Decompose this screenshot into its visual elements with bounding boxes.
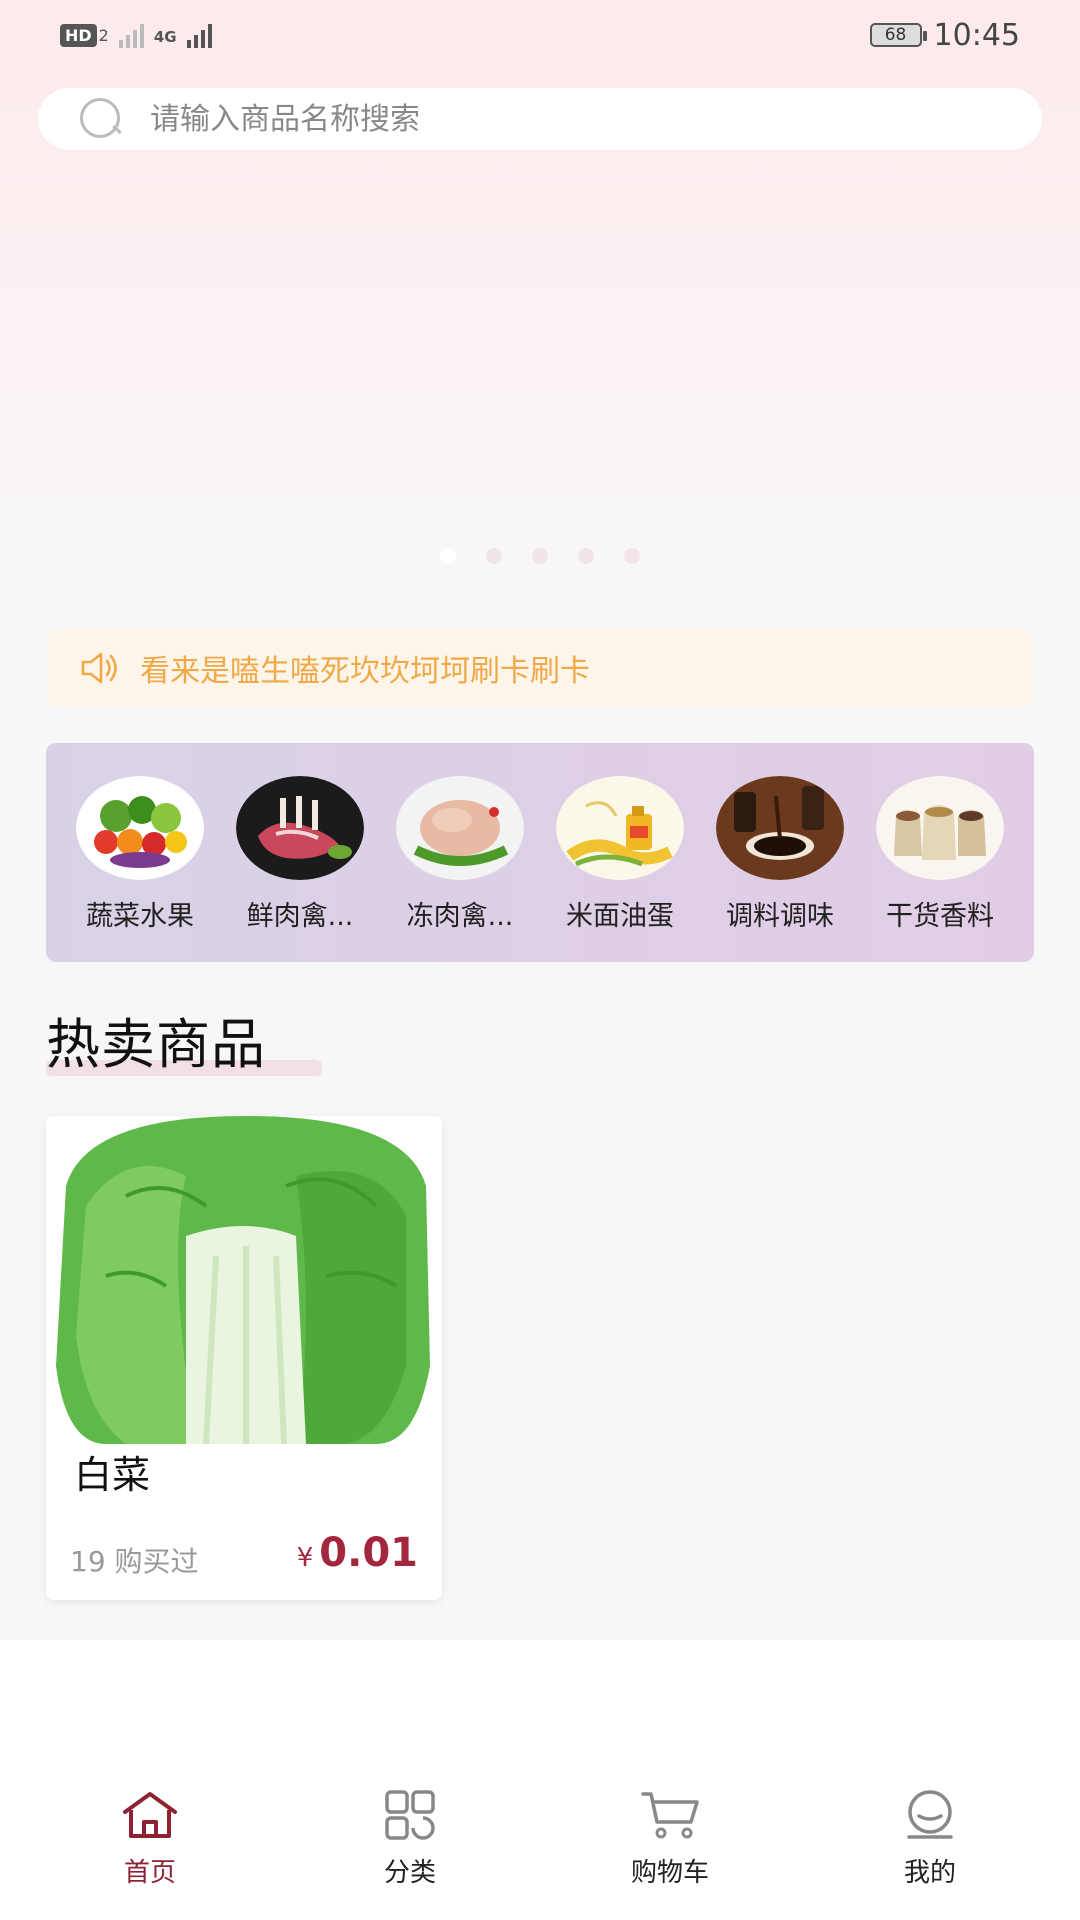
profile-icon xyxy=(899,1790,961,1844)
battery-icon: 68 xyxy=(869,23,927,47)
dry-goods-image xyxy=(876,776,1004,880)
frozen-meat-image xyxy=(396,776,524,880)
tab-label: 分类 xyxy=(383,1858,436,1888)
product-sold-count: 19 购买过 xyxy=(70,1545,199,1578)
product-name: 白菜 xyxy=(74,1453,151,1497)
tab-label: 购物车 xyxy=(630,1858,709,1888)
tab-bar: 首页 分类 购物车 我的 xyxy=(0,1790,1080,1920)
category-frozen-meat[interactable]: 冻肉禽... xyxy=(386,743,534,962)
banner-dots xyxy=(0,548,1080,564)
rice-oil-image xyxy=(556,776,684,880)
category-label: 蔬菜水果 xyxy=(86,901,194,932)
cart-icon xyxy=(639,1790,701,1844)
tab-label: 我的 xyxy=(903,1858,956,1888)
notice-text: 看来是嗑生嗑死坎坎坷坷刷卡刷卡 xyxy=(140,654,590,689)
tab-profile[interactable]: 我的 xyxy=(830,1790,1030,1889)
hd-badge: HD xyxy=(60,23,97,47)
signal-icon-sim2 xyxy=(186,22,212,48)
search-icon xyxy=(78,96,124,142)
banner-dot[interactable] xyxy=(440,548,456,564)
vegetables-fruits-image xyxy=(76,776,204,880)
product-card[interactable]: 白菜 19 购买过 ¥ 0.01 xyxy=(46,1116,442,1600)
category-seasoning[interactable]: 调料调味 xyxy=(706,743,854,962)
notice-bar[interactable]: 看来是嗑生嗑死坎坎坷坷刷卡刷卡 xyxy=(48,630,1032,706)
category-strip: 蔬菜水果 鲜肉禽... 冻肉禽... 米面油蛋 调料调味 干货香料 xyxy=(46,743,1034,962)
category-fresh-meat[interactable]: 鲜肉禽... xyxy=(226,743,374,962)
hd-sub: 2 xyxy=(98,25,109,45)
category-label: 干货香料 xyxy=(886,901,994,932)
status-bar: HD 2 4G 68 10:45 xyxy=(0,0,1080,70)
tab-label: 首页 xyxy=(123,1858,176,1888)
seasoning-image xyxy=(716,776,844,880)
clock: 10:45 xyxy=(933,17,1020,53)
signal-icon-sim1 xyxy=(118,22,144,48)
tab-cart[interactable]: 购物车 xyxy=(570,1790,770,1889)
category-label: 冻肉禽... xyxy=(406,901,514,932)
battery-level: 68 xyxy=(884,25,907,45)
category-rice-oil[interactable]: 米面油蛋 xyxy=(546,743,694,962)
category-label: 鲜肉禽... xyxy=(246,901,354,932)
status-right: 68 10:45 xyxy=(869,17,1020,53)
tab-home[interactable]: 首页 xyxy=(50,1790,250,1889)
category-dry-goods[interactable]: 干货香料 xyxy=(866,743,1014,962)
tab-category[interactable]: 分类 xyxy=(310,1790,510,1889)
category-icon xyxy=(379,1790,441,1844)
search-input[interactable] xyxy=(150,101,970,137)
fresh-meat-image xyxy=(236,776,364,880)
section-title-hot: 热卖商品 xyxy=(46,1013,266,1076)
network-type: 4G xyxy=(153,28,177,46)
banner-dot[interactable] xyxy=(532,548,548,564)
category-label: 米面油蛋 xyxy=(566,901,674,932)
speaker-icon xyxy=(80,650,120,686)
search-bar[interactable] xyxy=(38,88,1042,150)
status-left: HD 2 4G xyxy=(60,22,212,48)
price-value: 0.01 xyxy=(319,1530,418,1576)
banner-dot[interactable] xyxy=(624,548,640,564)
category-label: 调料调味 xyxy=(726,901,834,932)
price-currency: ¥ xyxy=(296,1543,314,1573)
home-icon xyxy=(119,1790,181,1844)
category-vegetables-fruits[interactable]: 蔬菜水果 xyxy=(66,743,214,962)
banner-dot[interactable] xyxy=(578,548,594,564)
banner-dot[interactable] xyxy=(486,548,502,564)
product-image-cabbage xyxy=(46,1116,442,1445)
product-price: ¥ 0.01 xyxy=(297,1530,418,1576)
